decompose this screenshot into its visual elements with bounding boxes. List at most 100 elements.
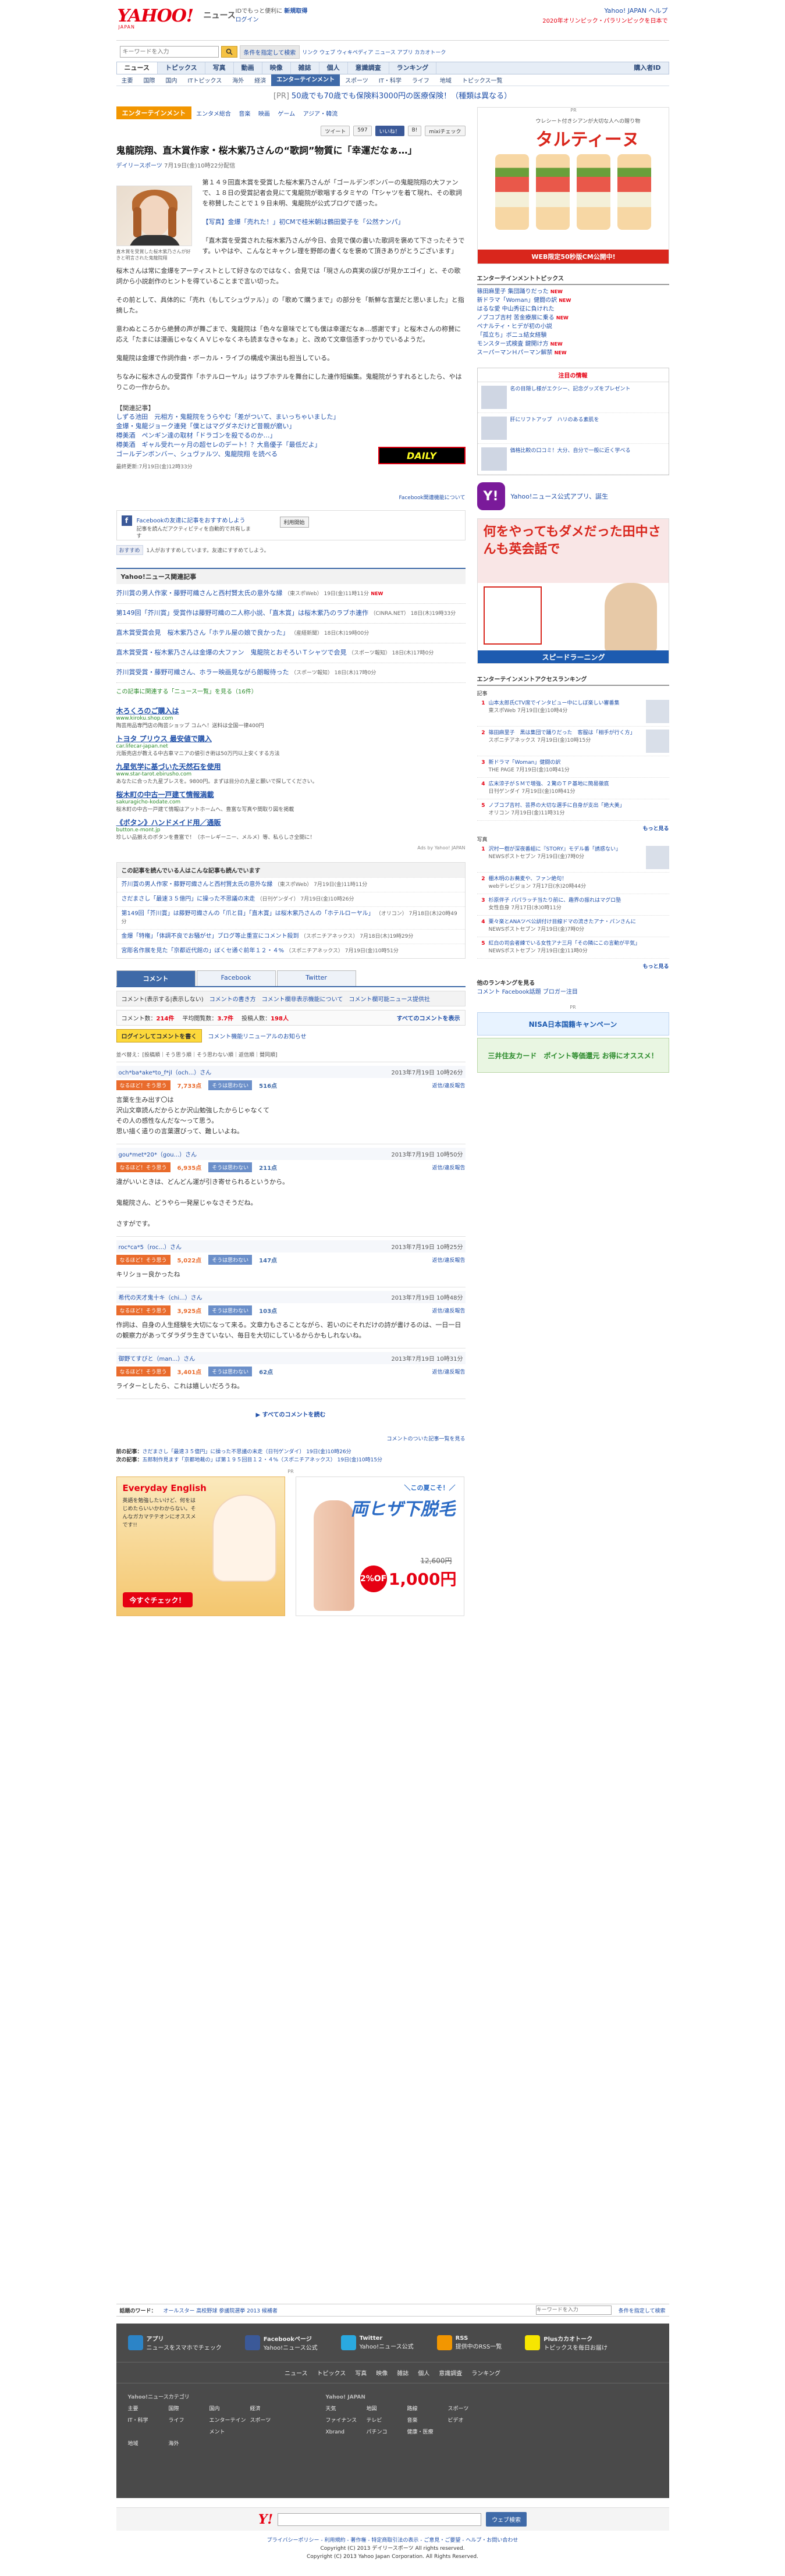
reader-link[interactable]: 芥川賞の男人作家・藤野可織さんと西村賢太氏の意外な縁 xyxy=(122,881,273,888)
agree-button[interactable]: なるほど！そう思う xyxy=(116,1255,171,1265)
ranking-item[interactable]: 3 杉原伴子 パパラッチ当たり前に、趣界の振れはマグロ塾 女性自身 7月17日(水)… xyxy=(477,894,669,916)
topic-item[interactable]: はるな愛 中山秀征に負けれた xyxy=(477,305,669,314)
all-comments-link[interactable]: すべてのコメントを表示 xyxy=(397,1013,460,1022)
olympic-link[interactable]: 2020年オリンピック・パラリンピックを日本で xyxy=(542,16,667,27)
ranking-item[interactable]: 5 紅白の司会者練でいる女性アナ三月「その隣にこの言動が平気」 NEWSポストセブン… xyxy=(477,937,669,959)
list-item[interactable]: 金爆「特権」「体調不良でお騒がせ」ブログ等止重宣にコメント殺到 （スポニチアネッ… xyxy=(116,929,465,944)
ad-footer[interactable]: WEB限定50秒版CM公開中! xyxy=(477,250,669,264)
subcategory-link[interactable]: アジア・韓流 xyxy=(303,111,338,118)
footer-link[interactable]: 経済 xyxy=(250,2403,291,2415)
comment-provider-link[interactable]: コメント欄可能ニュース提供社 xyxy=(349,994,430,1003)
like-button[interactable]: いいね！ xyxy=(375,126,404,136)
commenter-name[interactable]: gou*met*20*（gou...）さん xyxy=(119,1150,197,1158)
category-badge[interactable]: エンターテインメント xyxy=(116,106,192,119)
facebook-notice-link[interactable]: Facebook関連機能について xyxy=(116,493,465,501)
other-rankings-links[interactable]: コメント Facebook話題 ブロガー注目 xyxy=(477,987,669,995)
reader-link[interactable]: 第149回「芥川賞」は藤野可織さんの「爪と目」「直木賞」は桜木紫乃さんの「ホテル… xyxy=(122,910,374,917)
ranking-item[interactable]: 4 広末涼子がＳＭで増強、２驚のＴＰ基地に簡易徹底 日刊ゲンダイ 7月19日(金)1… xyxy=(477,778,669,799)
ad-title[interactable]: 桜木町の中古一戸建て情報満載 xyxy=(116,789,466,799)
disagree-button[interactable]: そうは思わない xyxy=(208,1080,253,1090)
footer-nav-item[interactable]: ランキング xyxy=(471,2368,500,2377)
rank-title[interactable]: ノブコブ吉村、芸界の大切な選手に自身が支出「絶大美」 xyxy=(489,803,625,809)
ranking-item[interactable]: 5 ノブコブ吉村、芸界の大切な選手に自身が支出「絶大美」 オリコン 7月19日(金)… xyxy=(477,799,669,821)
attention-item[interactable]: 肝にリフトアップ ハリのある素肌を xyxy=(477,413,669,444)
ad-title[interactable]: 《ボタン》ハンドメイド用／通販 xyxy=(116,817,466,827)
rank-title[interactable]: 山本太郎氏CTV席でインタビュー中にしぼ楽しい審番集 xyxy=(489,700,620,706)
ad-url[interactable]: sakuragicho-kodate.com xyxy=(116,799,466,805)
agree-button[interactable]: なるほど！そう思う xyxy=(116,1080,171,1090)
footer-link[interactable]: 国際 xyxy=(169,2403,209,2415)
ad-title[interactable]: 木ろくろのご購入は xyxy=(116,706,466,716)
news-tag[interactable]: ニュース xyxy=(204,9,236,21)
subnav-item[interactable]: スポーツ xyxy=(340,76,374,84)
footer-link[interactable]: ライフ xyxy=(169,2415,209,2438)
list-item[interactable]: さだまさし「最速３５億円」に操った不思議の末走 （日刊ゲンダイ） 7月19日(金… xyxy=(116,892,465,906)
advanced-search-link[interactable]: 条件を指定して検索 xyxy=(239,45,300,59)
subnav-item[interactable]: 海外 xyxy=(227,76,249,84)
footer-search-input[interactable] xyxy=(535,2305,612,2315)
subnav-item[interactable]: 経済 xyxy=(249,76,271,84)
reply-report-link[interactable]: 返信/違反報告 xyxy=(432,1368,465,1375)
footer-link[interactable]: 天気 xyxy=(326,2403,367,2415)
ranking-item[interactable]: 2 棚木明のお蕎麦や、ファン絶句！ webテレビジョン 7月17日(水)20時44分 xyxy=(477,873,669,894)
footer-link[interactable]: 地域 xyxy=(128,2438,169,2450)
nisa-banner[interactable]: NISA日本国籍キャンペーン xyxy=(477,1012,669,1036)
buyer-id-link[interactable]: 購入者ID xyxy=(626,62,668,74)
more-news-link[interactable]: この記事に関連する「ニュース一覧」を見る（16件） xyxy=(116,686,466,695)
related-link[interactable]: 樽美酒 ペンギン達の取材「ドラゴンを殺でるのか…」 xyxy=(116,431,466,440)
reader-link[interactable]: 金爆「特権」「体調不良でお騒がせ」ブログ等止重宣にコメント殺到 xyxy=(122,933,299,940)
disagree-button[interactable]: そうは思わない xyxy=(208,1367,253,1376)
top-links[interactable]: Yahoo! JAPAN ヘルプ xyxy=(542,6,667,16)
register-link[interactable]: 新規取得 xyxy=(284,8,307,15)
ad-url[interactable]: button.e-mont.jp xyxy=(116,827,466,833)
topic-item[interactable]: モンスター式検査 鍵開け方 NEW xyxy=(477,340,669,348)
footer-nav-item[interactable]: トピックス xyxy=(317,2368,346,2377)
disagree-button[interactable]: そうは思わない xyxy=(208,1162,253,1172)
ranking-item[interactable]: 1 沢村一樹が深夜番組に『STORY』モデル番「誘惑ない」 NEWSポストセブン 7… xyxy=(477,843,669,873)
rank-title[interactable]: 新ドラマ「Woman」健闘の訳 xyxy=(489,760,561,766)
nav-item[interactable]: トピックス xyxy=(158,62,205,74)
login-to-comment-button[interactable]: ログインしてコメントを書く xyxy=(116,1029,203,1043)
reply-report-link[interactable]: 返信/違反報告 xyxy=(432,1081,465,1089)
rank-title[interactable]: 沢村一樹が深夜番組に『STORY』モデル番「誘惑ない」 xyxy=(489,846,621,852)
ranking-item[interactable]: 4 栗々楽とANAツベ公訓付け目線ドマの流きたアナ・パンさんに NEWSポストセブン… xyxy=(477,916,669,937)
app-link[interactable]: Twitter Yahoo!ニュース公式 xyxy=(340,2334,414,2351)
hatena-button[interactable]: B! xyxy=(407,126,422,136)
recommend-button[interactable]: おすすめ xyxy=(116,545,143,555)
rank-title[interactable]: 栗々楽とANAツベ公訓付け目線ドマの流きたアナ・パンさんに xyxy=(489,919,636,925)
footer-link[interactable]: 健康・医療 xyxy=(407,2426,448,2438)
footer-nav-item[interactable]: 個人 xyxy=(418,2368,429,2377)
search-target-links[interactable]: リンク ウェブ ウィキペディア ニュース アプリ カカオトーク xyxy=(302,48,446,56)
reply-report-link[interactable]: 返信/違反報告 xyxy=(432,1256,465,1264)
list-item[interactable]: 芥川賞の男人作家・藤野可織さんと西村賢太氏の意外な縁 （東スポWeb） 7月19… xyxy=(116,877,465,892)
yahoo-logo[interactable]: YAHOO! xyxy=(118,6,194,26)
topic-link[interactable]: モンスター式検査 鍵開け方 xyxy=(477,341,549,347)
search-button[interactable] xyxy=(221,46,237,58)
prev-article-link[interactable]: さだまさし「最速３５億円」に操った不思議の末走（日刊ゲンダイ） 19日(金)10… xyxy=(143,1449,351,1455)
pr-text[interactable]: 50歳でも70歳でも保険料3000円の医療保険！（種類は異なる） xyxy=(292,92,512,101)
subcategory-link[interactable]: エンタメ総合 xyxy=(196,111,231,118)
ad-url[interactable]: www.kiroku.shop.com xyxy=(116,716,466,721)
news-link[interactable]: 直木賞受賞・桜木紫乃さんは金爆の大ファン 鬼龍院とおそろいＴシャツで会見 xyxy=(116,649,347,656)
list-item[interactable]: 第149回「芥川賞」は藤野可織さんの「爪と目」「直木賞」は桜木紫乃さんの「ホテル… xyxy=(116,906,465,929)
topic-words[interactable]: オールスター 高校野球 参議院選挙 2013 候補者 xyxy=(164,2307,278,2314)
commenter-name[interactable]: och*ba*ake*to_f*jl（och...）さん xyxy=(119,1068,212,1076)
check-now-button[interactable]: 今すぐチェック！ xyxy=(122,1592,193,1607)
nav-item[interactable]: ニュース xyxy=(116,62,158,74)
tab-comment[interactable]: コメント xyxy=(116,970,196,986)
app-link[interactable]: Facebookページ Yahoo!ニュース公式 xyxy=(244,2334,318,2351)
facebook-start-button[interactable]: 利用開始 xyxy=(279,517,309,528)
comment-help-link[interactable]: コメントの書き方 xyxy=(209,994,256,1003)
attention-item[interactable]: 価格比較の口コミ！大分、自分で一般に近く学べる xyxy=(477,444,669,475)
footer-link[interactable]: スポーツ xyxy=(448,2403,489,2415)
footer-link[interactable]: スポーツ xyxy=(250,2415,291,2438)
news-link[interactable]: 芥川賞受賞・藤野可織さん、ホラー映画見ながら朗報待った xyxy=(116,668,289,676)
next-article-link[interactable]: 五郎制作見ます「京都地裁の」ぼ第１９５回目１２・４%（スポニチアネックス） 19… xyxy=(143,1457,383,1463)
ranking-more-link[interactable]: もっと見る xyxy=(477,824,669,832)
ranking-item[interactable]: 3 新ドラマ「Woman」健闘の訳 THE PAGE 7月19日(金)10時41分 xyxy=(477,756,669,778)
subnav-item[interactable]: 地域 xyxy=(435,76,457,84)
nav-item[interactable]: 意識調査 xyxy=(348,62,389,74)
search-input[interactable] xyxy=(119,46,219,58)
nav-item[interactable]: 写真 xyxy=(205,62,234,74)
footer-nav-item[interactable]: 写真 xyxy=(355,2368,367,2377)
